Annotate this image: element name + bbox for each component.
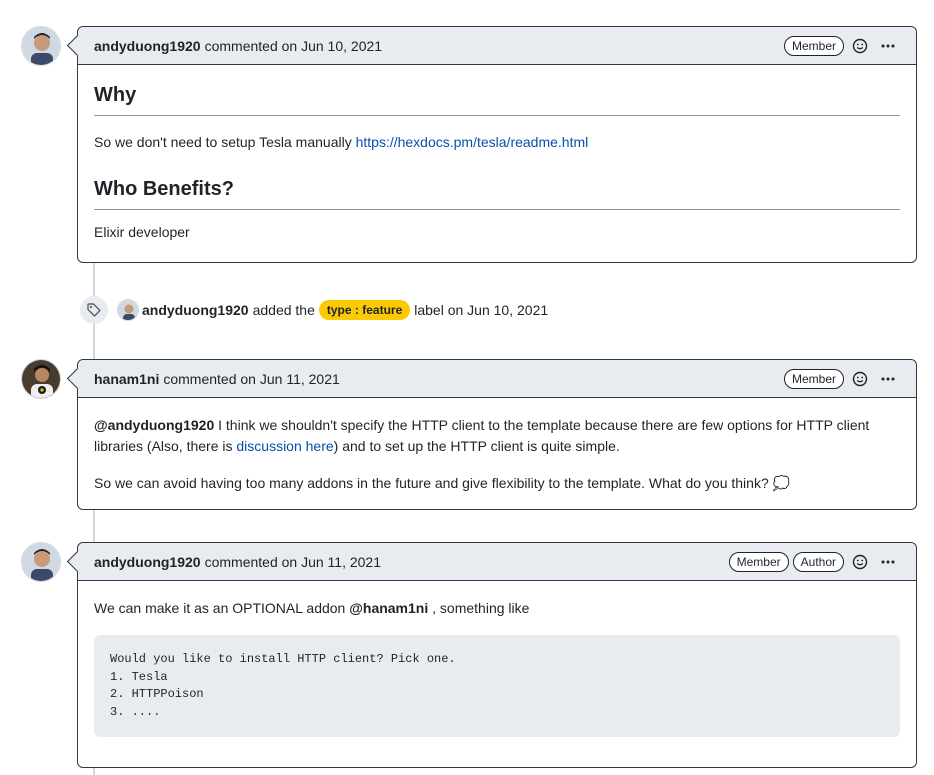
hexdocs-link[interactable]: https://hexdocs.pm/tesla/readme.html (356, 134, 589, 150)
avatar[interactable] (21, 542, 61, 582)
avatar[interactable] (21, 26, 61, 66)
paragraph-text: , something like (428, 600, 530, 616)
paragraph: Elixir developer (94, 224, 190, 240)
smiley-icon[interactable] (848, 34, 872, 58)
discussion-link[interactable]: discussion here (236, 438, 333, 454)
paragraph: We can make it as an OPTIONAL addon @han… (94, 598, 900, 619)
user-mention[interactable]: @hanam1ni (349, 600, 428, 616)
paragraph-text: We can make it as an OPTIONAL addon (94, 600, 350, 616)
timeline-line (93, 767, 95, 775)
avatar[interactable] (117, 299, 139, 321)
member-badge: Member (728, 551, 789, 572)
event-actor[interactable]: andyduong1920 (142, 302, 249, 318)
comment-author[interactable]: hanam1ni (94, 371, 159, 387)
event-text: andyduong1920 added the type : feature l… (142, 300, 548, 320)
comment: andyduong1920 commented on Jun 10, 2021 … (77, 26, 917, 263)
author-badge: Author (792, 551, 844, 572)
comment-timestamp[interactable]: commented on Jun 11, 2021 (205, 554, 381, 570)
member-badge: Member (783, 35, 844, 56)
event-action: added the (252, 302, 315, 318)
comment-body: We can make it as an OPTIONAL addon @han… (78, 581, 916, 753)
comment-header: andyduong1920 commented on Jun 11, 2021 … (78, 543, 916, 581)
comment-timestamp[interactable]: commented on Jun 10, 2021 (205, 38, 382, 54)
kebab-horizontal-icon[interactable] (876, 34, 900, 58)
comment-author[interactable]: andyduong1920 (94, 38, 201, 54)
label-pill[interactable]: type : feature (318, 300, 411, 320)
user-mention[interactable]: @andyduong1920 (94, 417, 214, 433)
comment: andyduong1920 commented on Jun 11, 2021 … (77, 542, 917, 768)
kebab-horizontal-icon[interactable] (876, 367, 900, 391)
event-suffix: label on Jun 10, 2021 (414, 302, 549, 318)
comment-author[interactable]: andyduong1920 (94, 554, 201, 570)
paragraph: So we don't need to setup Tesla manually… (94, 132, 900, 153)
smiley-icon[interactable] (848, 367, 872, 391)
label-event: andyduong1920 added the type : feature l… (80, 293, 548, 327)
kebab-horizontal-icon[interactable] (876, 550, 900, 574)
paragraph: So we can avoid having too many addons i… (94, 475, 791, 491)
tag-icon (80, 296, 108, 324)
timeline-line (93, 509, 95, 543)
comment-header: andyduong1920 commented on Jun 10, 2021 … (78, 27, 916, 65)
paragraph: @andyduong1920 I think we shouldn't spec… (94, 415, 900, 457)
comment-header: hanam1ni commented on Jun 11, 2021 Membe… (78, 360, 916, 398)
comment-timestamp[interactable]: commented on Jun 11, 2021 (163, 371, 339, 387)
comment: hanam1ni commented on Jun 11, 2021 Membe… (77, 359, 917, 510)
heading-who-benefits: Who Benefits? (94, 177, 900, 210)
member-badge: Member (783, 368, 844, 389)
comment-body: Why So we don't need to setup Tesla manu… (78, 65, 916, 259)
heading-why: Why (94, 83, 900, 116)
smiley-icon[interactable] (848, 550, 872, 574)
paragraph-text: So we don't need to setup Tesla manually (94, 134, 356, 150)
code-block: Would you like to install HTTP client? P… (94, 635, 900, 737)
avatar[interactable] (21, 359, 61, 399)
paragraph-text: ) and to set up the HTTP client is quite… (333, 438, 620, 454)
comment-body: @andyduong1920 I think we shouldn't spec… (78, 398, 916, 510)
